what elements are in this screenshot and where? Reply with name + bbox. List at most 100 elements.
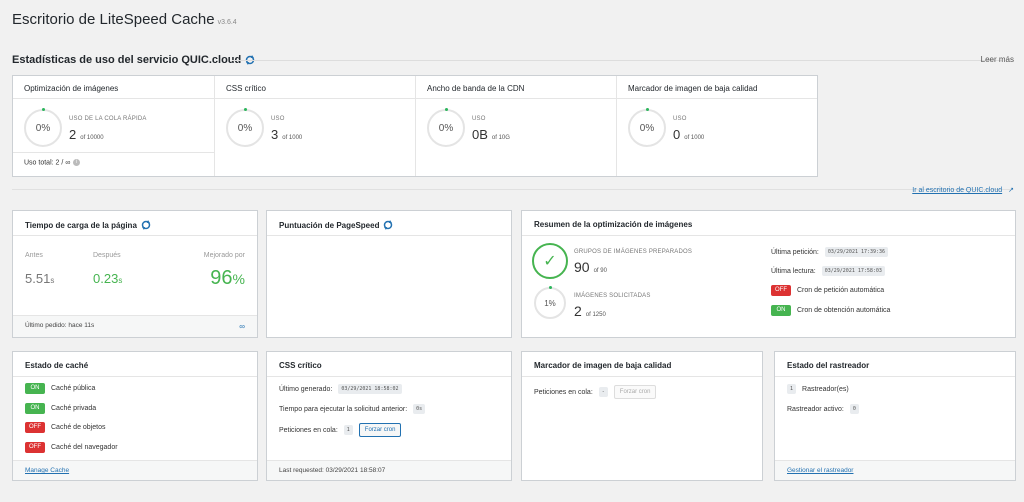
image-summary-card: Resumen de la optimización de imágenes ✓…	[521, 210, 1016, 338]
stat-critical-css: CSS crítico 0% USO 3 of 1000	[215, 76, 416, 176]
lqip-queue-label: Peticiones en cola:	[534, 388, 593, 396]
usage-percent: 0%	[438, 122, 454, 134]
last-requested: Last requested: 03/29/2021 18:58:07	[279, 467, 386, 474]
crawler-card: Estado del rastreador 1 Rastreador(es) Ra…	[774, 351, 1016, 481]
quic-stats-card: Optimización de imágenes 0% USO DE LA CO…	[12, 75, 818, 177]
crawler-count-value: 1	[787, 384, 797, 394]
card-footer: Último pedido: hace 11s	[13, 315, 257, 337]
lqip-force-cron-button[interactable]: Forzar cron	[613, 385, 657, 399]
card-divider	[522, 235, 1015, 236]
usage-used: 0B	[472, 127, 488, 142]
quic-section-title: Estadísticas de uso del servicio QUIC.cl…	[12, 54, 255, 66]
improved-unit: %	[232, 271, 245, 287]
usage-ring: 0%	[24, 108, 62, 147]
quic-section-title-text: Estadísticas de uso del servicio QUIC.cl…	[12, 54, 242, 66]
crawler-active-value: 0	[849, 404, 859, 414]
improved-value: 96%	[210, 267, 245, 290]
pagespeed-card: Puntuación de PageSpeed	[266, 210, 512, 338]
card-title: Estado de caché	[25, 361, 89, 370]
card-footer: Gestionar el rastreador	[775, 460, 1015, 480]
last-generated-row: Último generado: 03/29/2021 18:58:02	[279, 384, 402, 394]
cache-private-toggle[interactable]: ON	[25, 403, 45, 414]
card-title: Resumen de la optimización de imágenes	[534, 220, 693, 229]
cache-object-row: OFF Caché de objetos	[25, 422, 105, 433]
card-divider	[267, 235, 511, 236]
cron-pull-toggle[interactable]: ON	[771, 305, 791, 316]
stat-divider	[617, 98, 817, 99]
before-unit: s	[50, 276, 55, 285]
cache-public-label: Caché pública	[51, 385, 96, 392]
lqip-card: Marcador de imagen de baja calidad Petic…	[521, 351, 763, 481]
stat-image-optimization: Optimización de imágenes 0% USO DE LA CO…	[13, 76, 215, 176]
cron-pull-label: Cron de obtención automática	[797, 307, 891, 314]
info-icon[interactable]: i	[73, 159, 81, 166]
cache-object-toggle[interactable]: OFF	[25, 422, 45, 433]
usage-value: 3 of 1000	[271, 127, 302, 142]
last-generated-value: 03/29/2021 18:58:02	[338, 384, 402, 394]
stat-title: CSS crítico	[226, 84, 267, 93]
requested-label: IMÁGENES SOLICITADAS	[574, 293, 651, 299]
card-divider	[13, 376, 257, 377]
usage-of: of 10000	[80, 135, 104, 141]
section-divider	[12, 189, 1012, 190]
stat-cdn-bandwidth: Ancho de banda de la CDN 0% USO 0B of 10G	[416, 76, 617, 176]
usage-percent: 0%	[35, 122, 51, 134]
card-title: Puntuación de PageSpeed	[279, 220, 393, 230]
usage-used: 2	[69, 127, 77, 142]
stat-divider	[13, 98, 214, 99]
stat-footer-divider	[13, 152, 214, 153]
exec-time-value: 0s	[413, 404, 426, 414]
stat-title: Optimización de imágenes	[24, 84, 119, 93]
requested-ring: 1%	[534, 286, 566, 319]
card-divider	[267, 376, 511, 377]
ring-marker	[42, 108, 45, 111]
stat-divider	[215, 98, 415, 99]
crawler-active-row: Rastreador activo: 0	[787, 404, 859, 414]
stat-title: Marcador de imagen de baja calidad	[628, 84, 758, 93]
usage-percent: 0%	[639, 122, 655, 134]
usage-value: 2 of 10000	[69, 127, 104, 142]
read-more-link[interactable]: Leer más	[981, 55, 1014, 64]
cache-object-label: Caché de objetos	[51, 424, 106, 431]
last-request: Último pedido: hace 11s	[25, 322, 95, 329]
cron-request-toggle[interactable]: OFF	[771, 285, 791, 296]
requested-count: 2	[574, 303, 582, 319]
card-title-text: Puntuación de PageSpeed	[279, 220, 380, 230]
external-link-icon: ↗	[1008, 187, 1014, 194]
manage-cache-link[interactable]: Manage Cache	[25, 467, 69, 474]
usage-label: USO	[673, 116, 687, 122]
stat-lqip: Marcador de imagen de baja calidad 0% US…	[617, 76, 817, 176]
check-icon: ✓	[543, 253, 557, 270]
after-label: Después	[93, 252, 121, 259]
cron-pull-row: ON Cron de obtención automática	[771, 305, 890, 316]
quic-dashboard-link-text: Ir al escritorio de QUIC.cloud	[912, 187, 1003, 194]
last-pull-row: Última lectura: 03/29/2021 17:58:03	[771, 266, 885, 276]
before-number: 5.51	[25, 271, 51, 286]
card-footer: Last requested: 03/29/2021 18:58:07	[267, 460, 511, 480]
usage-of: of 1000	[684, 135, 705, 141]
usage-label: USO	[472, 116, 486, 122]
sync-icon[interactable]	[383, 220, 393, 230]
version-label: v3.6.4	[217, 19, 237, 26]
link-icon[interactable]: ∞	[239, 322, 245, 331]
usage-used: 3	[271, 127, 279, 142]
groups-count: 90	[574, 259, 590, 275]
lqip-queue-row: Peticiones en cola: - Forzar cron	[534, 385, 657, 399]
exec-time-label: Tiempo para ejecutar la solicitud anteri…	[279, 405, 408, 413]
cache-browser-row: OFF Caché del navegador	[25, 442, 118, 453]
crawler-count-row: 1 Rastreador(es)	[787, 384, 849, 394]
usage-of: of 1000	[282, 135, 303, 141]
last-generated-label: Último generado:	[279, 385, 333, 393]
cache-browser-label: Caché del navegador	[51, 444, 118, 451]
ring-marker	[646, 108, 649, 111]
cache-browser-toggle[interactable]: OFF	[25, 442, 45, 453]
cache-private-label: Caché privada	[51, 405, 97, 412]
last-pull-label: Última lectura:	[771, 267, 816, 275]
usage-label: USO DE LA COLA RÁPIDA	[69, 116, 147, 122]
cache-public-toggle[interactable]: ON	[25, 383, 45, 394]
quic-dashboard-link[interactable]: Ir al escritorio de QUIC.cloud ↗	[912, 186, 1014, 194]
sync-icon[interactable]	[141, 220, 151, 230]
groups-of: of 90	[593, 268, 607, 274]
force-cron-button[interactable]: Forzar cron	[358, 423, 402, 437]
manage-crawler-link[interactable]: Gestionar el rastreador	[787, 467, 853, 474]
